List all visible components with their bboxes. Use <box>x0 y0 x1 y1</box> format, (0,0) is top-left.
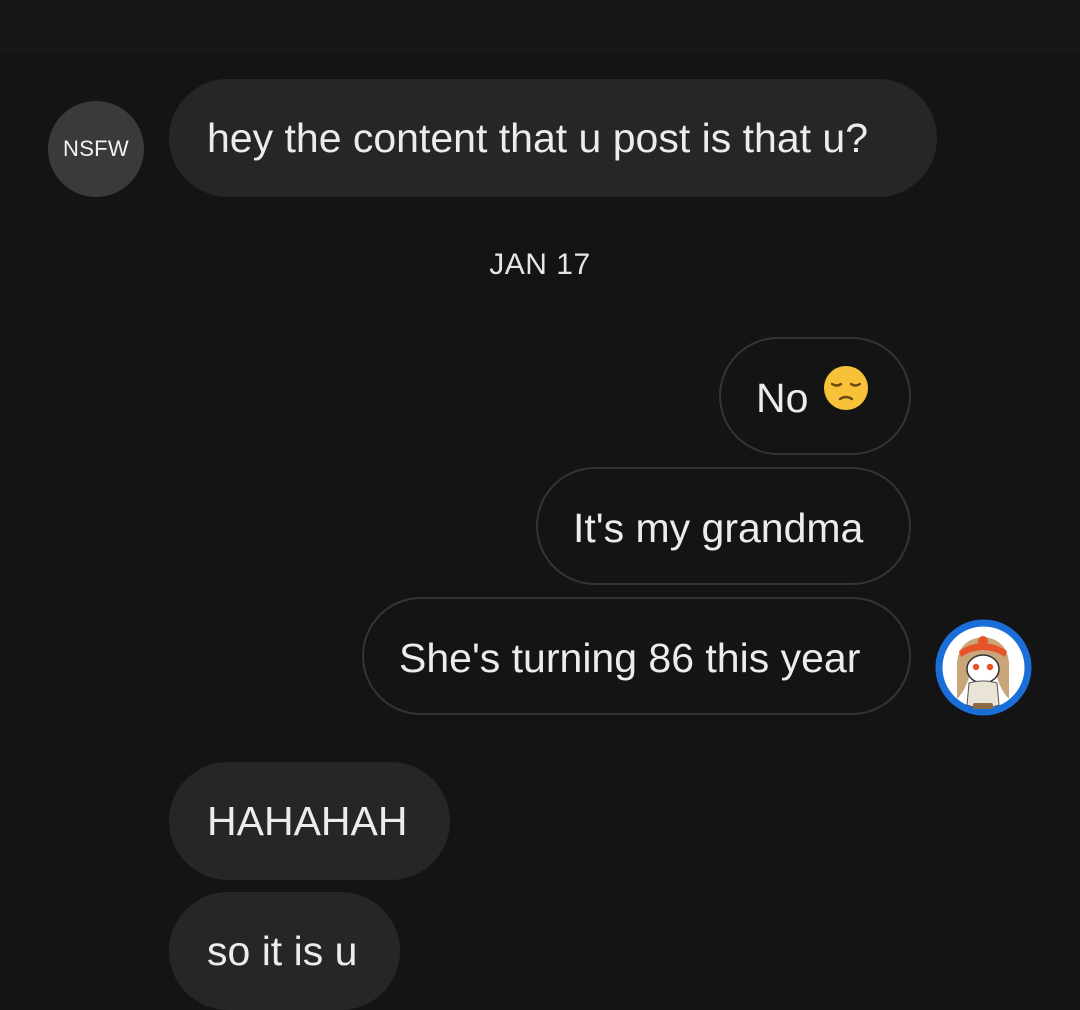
message-bubble-outgoing[interactable]: It's my grandma <box>536 467 911 585</box>
message-text: It's my grandma <box>573 505 864 551</box>
message-text: No <box>756 375 809 421</box>
message-bubble-outgoing[interactable]: She's turning 86 this year <box>362 597 911 715</box>
message-text: so it is u <box>207 928 358 974</box>
date-separator: JAN 17 <box>489 248 591 281</box>
message-bubble-outgoing[interactable]: No <box>719 337 911 455</box>
user-avatar-icon[interactable] <box>935 619 1032 716</box>
message-bubble-incoming[interactable]: hey the content that u post is that u? <box>169 79 937 197</box>
message-text: She's turning 86 this year <box>399 635 861 681</box>
message-text: hey the content that u post is that u? <box>207 115 869 161</box>
contact-avatar-label: NSFW <box>63 136 129 161</box>
contact-avatar[interactable]: NSFW <box>48 101 144 197</box>
message-bubble-incoming[interactable]: HAHAHAH <box>169 762 450 880</box>
message-text: HAHAHAH <box>207 798 408 844</box>
header-bar <box>0 0 1080 52</box>
pensive-face-icon <box>822 339 870 457</box>
message-bubble-incoming[interactable]: so it is u <box>169 892 400 1010</box>
